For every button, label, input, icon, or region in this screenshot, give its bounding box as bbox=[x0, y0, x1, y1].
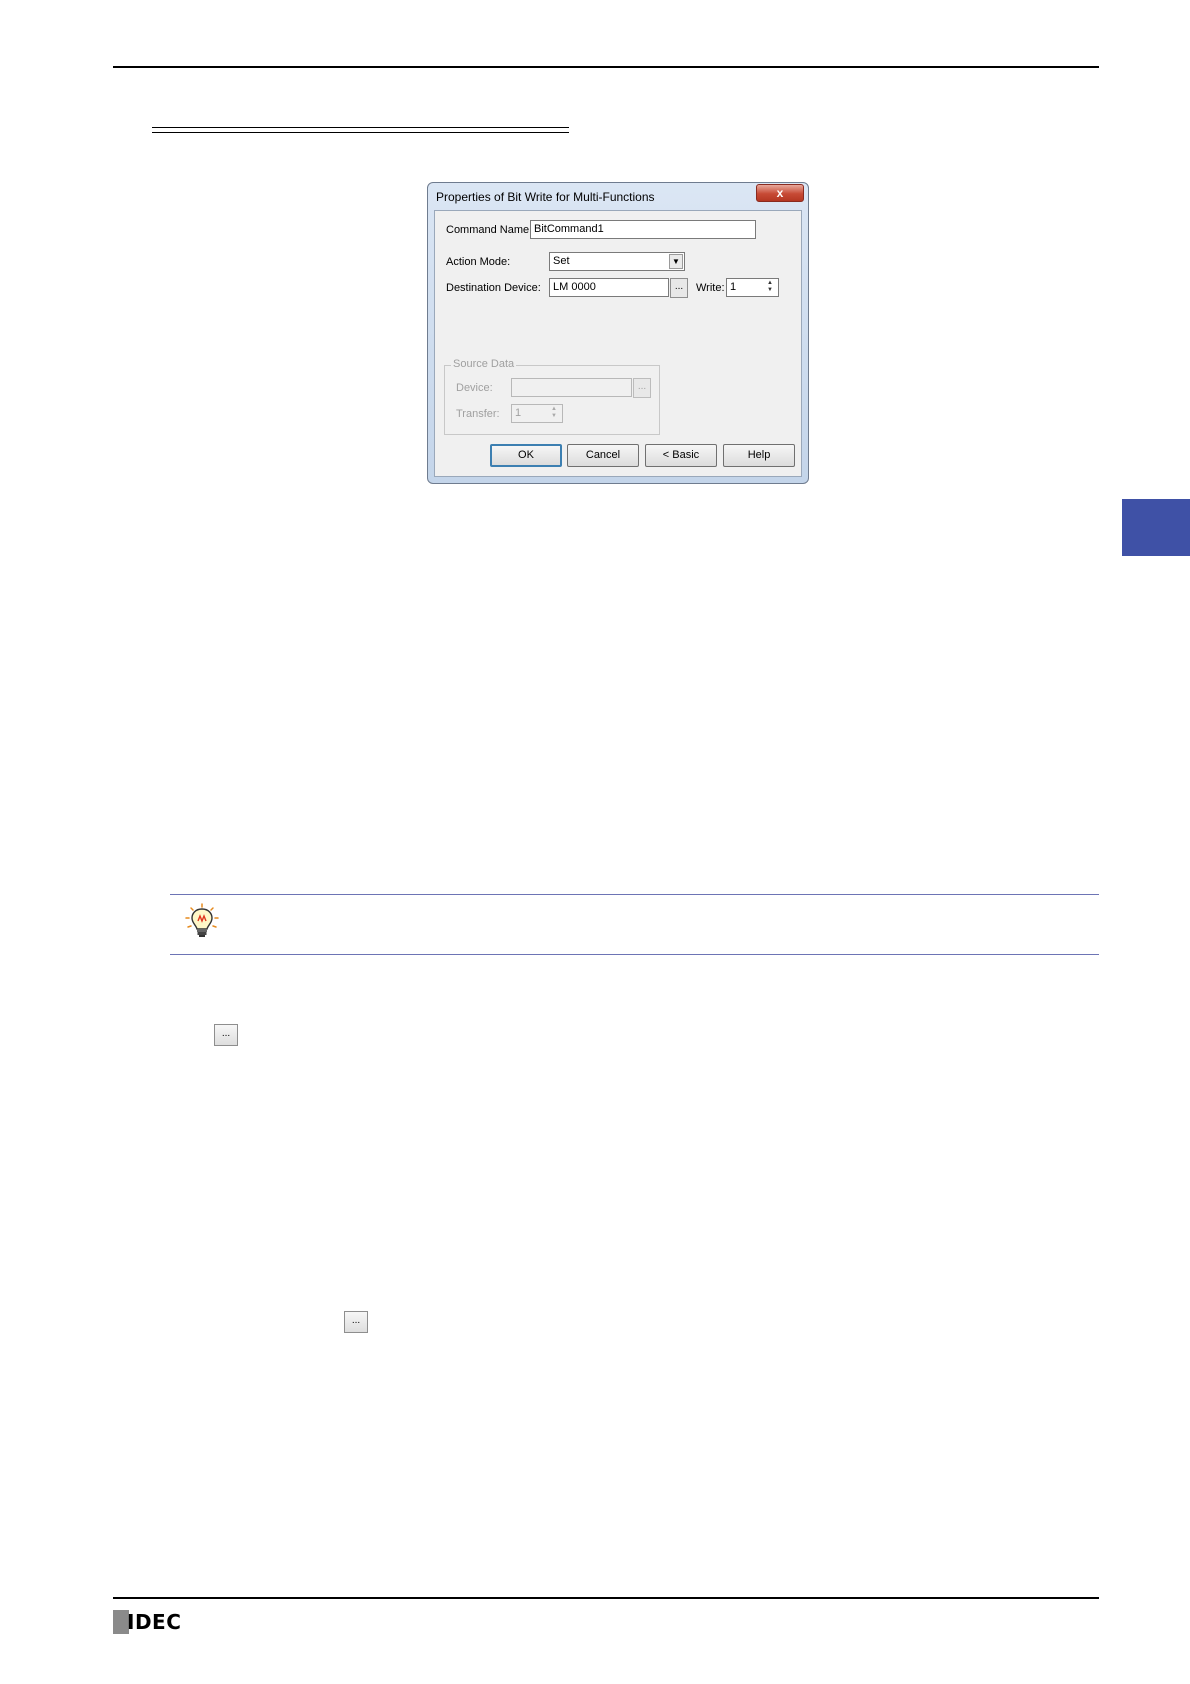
destination-device-label: Destination Device: bbox=[446, 282, 541, 294]
dropdown-arrow-icon[interactable]: ▼ bbox=[669, 254, 683, 269]
action-mode-select[interactable]: Set ▼ bbox=[549, 252, 685, 271]
command-name-input[interactable]: BitCommand1 bbox=[530, 220, 756, 239]
dialog-client-area: Command Name: BitCommand1 Action Mode: S… bbox=[434, 210, 802, 477]
spin-up-icon[interactable]: ▲ bbox=[547, 406, 561, 413]
inline-browse-button-1: ... bbox=[214, 1024, 238, 1046]
bit-write-properties-dialog: Properties of Bit Write for Multi-Functi… bbox=[427, 182, 809, 484]
source-data-legend: Source Data bbox=[451, 358, 517, 370]
cancel-button[interactable]: Cancel bbox=[567, 444, 639, 467]
hint-bottom-rule bbox=[170, 954, 1099, 955]
transfer-label: Transfer: bbox=[456, 408, 500, 420]
spin-up-icon[interactable]: ▲ bbox=[763, 280, 777, 287]
ok-button[interactable]: OK bbox=[490, 444, 562, 467]
write-value: 1 bbox=[730, 281, 737, 293]
close-icon: x bbox=[776, 186, 784, 200]
header-rule bbox=[113, 66, 1099, 68]
source-data-group: Source Data Device: ... Transfer: 1 ▲ ▼ bbox=[444, 358, 660, 435]
spin-down-icon[interactable]: ▼ bbox=[547, 413, 561, 420]
transfer-spin-buttons[interactable]: ▲ ▼ bbox=[547, 406, 561, 421]
destination-device-input[interactable]: LM 0000 bbox=[549, 278, 669, 297]
logo-text: IDEC bbox=[127, 1610, 182, 1634]
section-heading-underline bbox=[152, 127, 569, 133]
write-label: Write: bbox=[696, 282, 725, 294]
write-spinbox[interactable]: 1 ▲ ▼ bbox=[726, 278, 779, 297]
write-spin-buttons[interactable]: ▲ ▼ bbox=[763, 280, 777, 295]
close-button[interactable]: x bbox=[756, 184, 804, 202]
basic-button[interactable]: < Basic bbox=[645, 444, 717, 467]
transfer-spinbox[interactable]: 1 ▲ ▼ bbox=[511, 404, 563, 423]
action-mode-label: Action Mode: bbox=[446, 256, 511, 268]
source-device-label: Device: bbox=[456, 382, 493, 394]
lightbulb-hint-icon bbox=[185, 903, 219, 937]
spin-down-icon[interactable]: ▼ bbox=[763, 287, 777, 294]
source-device-browse-button[interactable]: ... bbox=[633, 378, 651, 398]
inline-browse-button-2: ... bbox=[344, 1311, 368, 1333]
transfer-value: 1 bbox=[515, 407, 522, 419]
chapter-side-tab bbox=[1122, 499, 1190, 556]
help-button[interactable]: Help bbox=[723, 444, 795, 467]
hint-top-rule bbox=[170, 894, 1099, 895]
destination-device-browse-button[interactable]: ... bbox=[670, 278, 688, 298]
source-device-input[interactable] bbox=[511, 378, 632, 397]
command-name-label: Command Name: bbox=[446, 224, 533, 236]
footer-rule bbox=[113, 1597, 1099, 1599]
action-mode-value: Set bbox=[553, 255, 570, 267]
dialog-title: Properties of Bit Write for Multi-Functi… bbox=[436, 190, 655, 204]
